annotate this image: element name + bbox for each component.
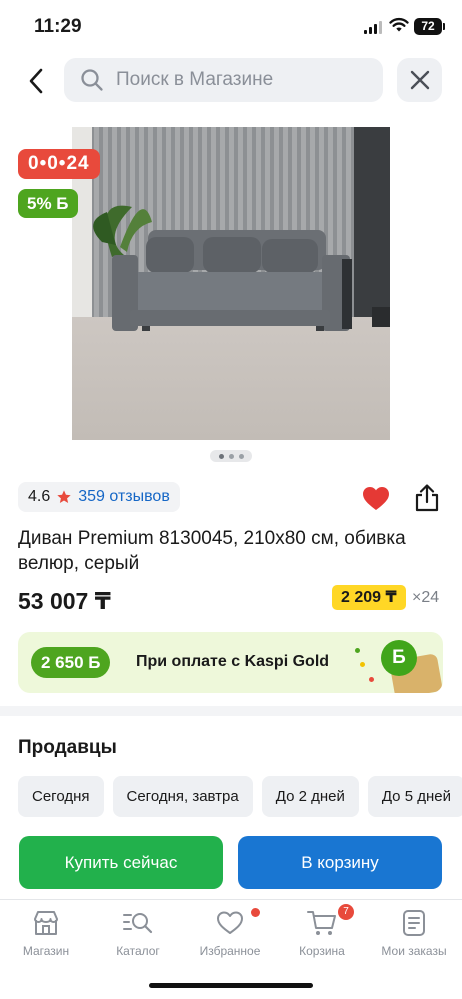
back-button[interactable] bbox=[20, 64, 52, 98]
close-button[interactable] bbox=[397, 58, 442, 102]
tab-favorites[interactable]: Избранное bbox=[184, 908, 276, 958]
tab-shop[interactable]: Магазин bbox=[0, 908, 92, 958]
wifi-icon bbox=[389, 17, 409, 32]
cart-icon bbox=[307, 911, 336, 935]
cart-count-badge: 7 bbox=[338, 904, 354, 920]
tab-catalog[interactable]: Каталог bbox=[92, 908, 184, 958]
bonus-coin-icon: Б bbox=[381, 640, 417, 676]
tab-label: Магазин bbox=[22, 944, 70, 958]
status-bar: 11:29 72 bbox=[0, 0, 462, 52]
confetti-icon bbox=[360, 662, 365, 667]
cellular-signal-icon bbox=[364, 20, 382, 34]
product-image[interactable] bbox=[72, 127, 390, 440]
heart-outline-icon bbox=[217, 911, 243, 934]
kaspi-gold-banner[interactable]: 2 650 Б При оплате с Kaspi Gold Б bbox=[18, 632, 443, 693]
shop-icon bbox=[34, 911, 58, 935]
favorite-button[interactable] bbox=[362, 486, 390, 516]
product-title: Диван Premium 8130045, 210x80 см, обивка… bbox=[18, 528, 406, 574]
tab-label: Мои заказы bbox=[381, 944, 447, 958]
sofa-photo bbox=[72, 127, 390, 440]
product-price: 53 007 ₸ bbox=[18, 588, 111, 614]
filter-chip-today-tomorrow[interactable]: Сегодня, завтра bbox=[112, 776, 253, 817]
tab-my-orders[interactable]: Мои заказы bbox=[368, 908, 460, 958]
pagination-dot-active bbox=[218, 453, 224, 459]
bonus-percent-badge: 5% Б bbox=[18, 189, 78, 218]
kaspi-gold-text: При оплате с Kaspi Gold bbox=[136, 653, 330, 670]
installment-amount[interactable]: 2 209 ₸ bbox=[332, 585, 406, 610]
confetti-icon bbox=[355, 648, 360, 653]
sellers-heading: Продавцы bbox=[18, 737, 117, 758]
rating-reviews-link[interactable]: 4.6 359 отзывов bbox=[18, 482, 180, 512]
notification-dot bbox=[251, 908, 260, 917]
tab-label: Избранное bbox=[199, 944, 261, 958]
filter-chip-2-days[interactable]: До 2 дней bbox=[261, 776, 359, 817]
pagination-dot bbox=[238, 453, 244, 459]
close-icon bbox=[410, 70, 429, 90]
battery-indicator: 72 bbox=[414, 18, 445, 35]
pagination-dot bbox=[228, 453, 234, 459]
status-time: 11:29 bbox=[34, 16, 82, 37]
share-button[interactable] bbox=[414, 484, 440, 517]
reviews-count: 359 отзывов bbox=[78, 488, 170, 505]
search-icon bbox=[81, 69, 103, 91]
section-divider bbox=[0, 706, 462, 716]
filter-chip-today[interactable]: Сегодня bbox=[18, 776, 104, 817]
confetti-icon bbox=[369, 677, 374, 682]
star-icon bbox=[57, 490, 71, 503]
buy-now-button[interactable]: Купить сейчас bbox=[19, 836, 223, 889]
sale-timer-badge: 0•0•24 bbox=[18, 149, 100, 179]
tab-cart[interactable]: 7 Корзина bbox=[276, 904, 368, 958]
share-icon bbox=[415, 484, 439, 512]
heart-filled-icon bbox=[363, 487, 389, 510]
gallery-pagination bbox=[210, 450, 252, 462]
home-indicator[interactable] bbox=[149, 983, 313, 988]
rating-value: 4.6 bbox=[28, 488, 51, 505]
add-to-cart-button[interactable]: В корзину bbox=[238, 836, 442, 889]
bonus-amount-pill: 2 650 Б bbox=[31, 647, 111, 678]
filter-chip-5-days[interactable]: До 5 дней bbox=[367, 776, 462, 817]
tab-label: Корзина bbox=[299, 944, 345, 958]
delivery-filter-chips: Сегодня Сегодня, завтра До 2 дней До 5 д… bbox=[18, 776, 462, 817]
installment-months: ×24 bbox=[412, 589, 440, 606]
tab-label: Каталог bbox=[116, 944, 160, 958]
chevron-left-icon bbox=[29, 68, 43, 94]
catalog-search-icon bbox=[123, 913, 153, 934]
search-placeholder: Поиск в Магазине bbox=[116, 69, 274, 90]
search-input[interactable]: Поиск в Магазине bbox=[64, 58, 383, 102]
orders-icon bbox=[403, 910, 425, 936]
